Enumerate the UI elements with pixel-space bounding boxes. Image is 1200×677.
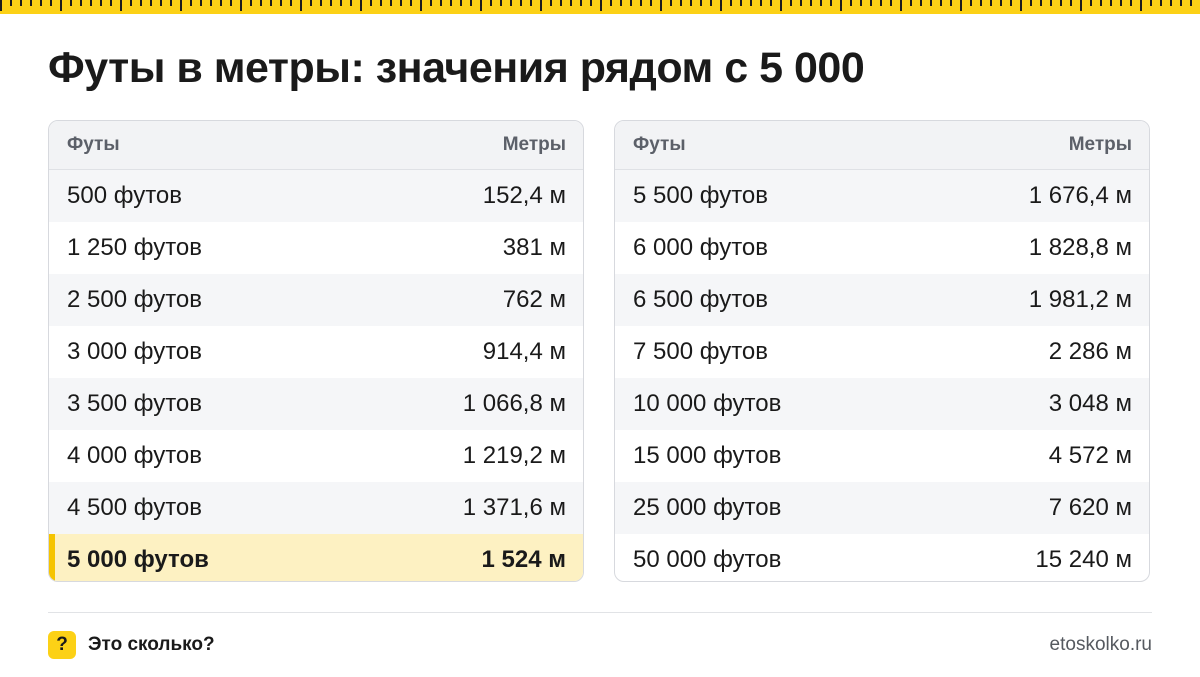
meters-cell: 1 219,2 м bbox=[462, 442, 566, 469]
table-row: 15 000 футов 4 572 м bbox=[615, 430, 1149, 482]
column-header-feet: Футы bbox=[67, 134, 120, 155]
site-url: etoskolko.ru bbox=[1049, 634, 1152, 655]
table-row: 3 000 футов 914,4 м bbox=[49, 326, 583, 378]
meters-cell: 914,4 м bbox=[482, 338, 566, 365]
feet-cell: 2 500 футов bbox=[67, 286, 203, 313]
feet-cell: 1 250 футов bbox=[67, 234, 203, 261]
feet-cell: 25 000 футов bbox=[633, 494, 782, 521]
column-header-feet: Футы bbox=[633, 134, 686, 155]
table-row: 500 футов 152,4 м bbox=[49, 170, 583, 222]
table-row: 4 500 футов 1 371,6 м bbox=[49, 482, 583, 534]
table-body: 500 футов 152,4 м 1 250 футов 381 м 2 50… bbox=[49, 170, 583, 581]
feet-cell: 500 футов bbox=[67, 182, 183, 209]
meters-cell: 1 066,8 м bbox=[462, 390, 566, 417]
meters-cell: 3 048 м bbox=[1048, 390, 1132, 417]
feet-cell: 10 000 футов bbox=[633, 390, 782, 417]
table-row: 7 500 футов 2 286 м bbox=[615, 326, 1149, 378]
page-title: Футы в метры: значения рядом с 5 000 bbox=[48, 44, 865, 92]
highlighted-row: 5 000 футов 1 524 м bbox=[49, 534, 583, 581]
table-body: 5 500 футов 1 676,4 м 6 000 футов 1 828,… bbox=[615, 170, 1149, 581]
meters-cell: 1 524 м bbox=[481, 546, 566, 573]
ruler-decoration bbox=[0, 0, 1200, 14]
brand-logo-icon: ? bbox=[48, 631, 76, 659]
meters-cell: 762 м bbox=[502, 286, 566, 313]
feet-cell: 3 500 футов bbox=[67, 390, 203, 417]
table-row: 25 000 футов 7 620 м bbox=[615, 482, 1149, 534]
feet-cell: 5 500 футов bbox=[633, 182, 769, 209]
meters-cell: 1 828,8 м bbox=[1028, 234, 1132, 261]
feet-cell: 5 000 футов bbox=[67, 546, 209, 573]
meters-cell: 1 371,6 м bbox=[462, 494, 566, 521]
feet-cell: 3 000 футов bbox=[67, 338, 203, 365]
table-row: 6 000 футов 1 828,8 м bbox=[615, 222, 1149, 274]
meters-cell: 7 620 м bbox=[1048, 494, 1132, 521]
table-row: 3 500 футов 1 066,8 м bbox=[49, 378, 583, 430]
meters-cell: 381 м bbox=[502, 234, 566, 261]
meters-cell: 1 676,4 м bbox=[1028, 182, 1132, 209]
table-row: 6 500 футов 1 981,2 м bbox=[615, 274, 1149, 326]
footer-divider bbox=[48, 612, 1152, 613]
brand-name: Это сколько? bbox=[88, 634, 215, 655]
table-header: Футы Метры bbox=[615, 121, 1149, 170]
table-row: 2 500 футов 762 м bbox=[49, 274, 583, 326]
meters-cell: 4 572 м bbox=[1048, 442, 1132, 469]
feet-cell: 4 000 футов bbox=[67, 442, 203, 469]
meters-cell: 2 286 м bbox=[1048, 338, 1132, 365]
conversion-table-left: Футы Метры 500 футов 152,4 м 1 250 футов… bbox=[48, 120, 584, 582]
table-row: 5 500 футов 1 676,4 м bbox=[615, 170, 1149, 222]
feet-cell: 6 500 футов bbox=[633, 286, 769, 313]
meters-cell: 152,4 м bbox=[482, 182, 566, 209]
table-row: 50 000 футов 15 240 м bbox=[615, 534, 1149, 581]
feet-cell: 4 500 футов bbox=[67, 494, 203, 521]
table-row: 1 250 футов 381 м bbox=[49, 222, 583, 274]
column-header-meters: Метры bbox=[1068, 134, 1132, 155]
feet-cell: 15 000 футов bbox=[633, 442, 782, 469]
feet-cell: 50 000 футов bbox=[633, 546, 782, 573]
feet-cell: 6 000 футов bbox=[633, 234, 769, 261]
meters-cell: 15 240 м bbox=[1035, 546, 1132, 573]
conversion-table-right: Футы Метры 5 500 футов 1 676,4 м 6 000 ф… bbox=[614, 120, 1150, 582]
column-header-meters: Метры bbox=[502, 134, 566, 155]
table-header: Футы Метры bbox=[49, 121, 583, 170]
meters-cell: 1 981,2 м bbox=[1028, 286, 1132, 313]
table-row: 4 000 футов 1 219,2 м bbox=[49, 430, 583, 482]
feet-cell: 7 500 футов bbox=[633, 338, 769, 365]
table-row: 10 000 футов 3 048 м bbox=[615, 378, 1149, 430]
